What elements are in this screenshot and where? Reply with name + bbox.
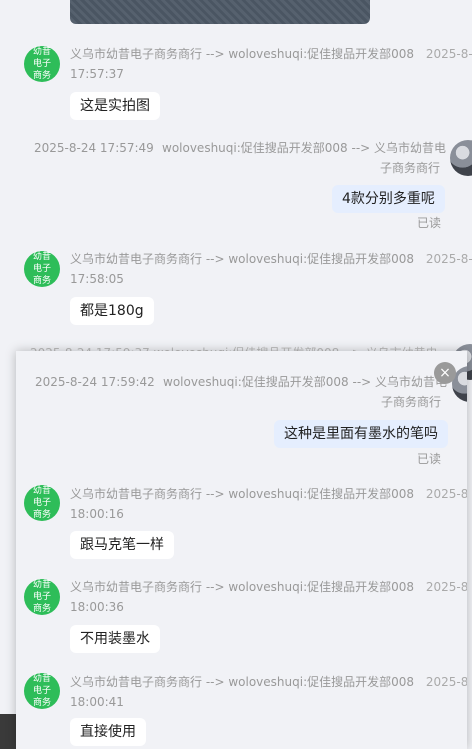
sender-route: 义乌市幼昔电子商务商行 --> woloveshuqi:促佳搜品开发部008 (70, 580, 415, 594)
sender-route: 义乌市幼昔电子商务商行 --> woloveshuqi:促佳搜品开发部008 (70, 252, 415, 266)
avatar-label: 幼昔电子商务 (32, 252, 51, 286)
message-bubble[interactable]: 这是实拍图 (70, 92, 160, 120)
message-timestamp: 2025-8-24 17:57:49 (34, 141, 154, 155)
message-time: 18:00:41 (70, 695, 124, 709)
read-status: 已读 (417, 216, 442, 230)
avatar[interactable]: 幼昔电子商务 (24, 251, 60, 287)
avatar[interactable]: 幼昔电子商务 (24, 46, 60, 82)
message-bubble[interactable]: 4款分别多重呢 (332, 185, 445, 213)
message-time: 18:00:36 (70, 600, 124, 614)
message-sender: 2025-8-24 17:57:49 woloveshuqi:促佳搜品开发部00… (34, 138, 446, 158)
sender-route: woloveshuqi:促佳搜品开发部008 --> 义乌市幼昔电 (163, 375, 448, 389)
sender-route: 义乌市幼昔电子商务商行 --> woloveshuqi:促佳搜品开发部008 (70, 675, 415, 689)
avatar[interactable]: 幼昔电子商务 (24, 673, 60, 709)
message-time: 17:58:05 (70, 272, 124, 286)
sender-route: 义乌市幼昔电子商务商行 --> woloveshuqi:促佳搜品开发部008 (70, 47, 415, 61)
message-date: 2025-8- (425, 675, 467, 689)
avatar-label: 幼昔电子商务 (32, 47, 51, 81)
message-date: 2025-8- (425, 580, 467, 594)
message-bubble[interactable]: 跟马克笔一样 (70, 531, 174, 559)
avatar-label: 幼昔电子商务 (32, 580, 51, 614)
message-sender: 义乌市幼昔电子商务商行 --> woloveshuqi:促佳搜品开发部008 2… (70, 249, 472, 269)
message-detail-panel: 2025-8-24 17:59:42 woloveshuqi:促佳搜品开发部00… (16, 351, 467, 749)
message-sender: 义乌市幼昔电子商务商行 --> woloveshuqi:促佳搜品开发部008 2… (70, 672, 467, 692)
message-sender: 义乌市幼昔电子商务商行 --> woloveshuqi:促佳搜品开发部008 2… (70, 44, 472, 64)
avatar[interactable] (450, 140, 472, 176)
message-date: 2025-8-2 (425, 252, 472, 266)
message-date: 2025-8- (425, 487, 467, 501)
avatar[interactable]: 幼昔电子商务 (24, 579, 60, 615)
message-time: 18:00:16 (70, 507, 124, 521)
read-status: 已读 (417, 452, 442, 466)
sender-route-continued: 子商务商行 (380, 161, 441, 175)
message-sender: 2025-8-24 17:59:42 woloveshuqi:促佳搜品开发部00… (35, 372, 448, 392)
avatar[interactable]: 幼昔电子商务 (24, 485, 60, 521)
message-bubble[interactable]: 不用装墨水 (70, 625, 160, 653)
message-time: 17:57:37 (70, 67, 124, 81)
message-timestamp: 2025-8-24 17:59:42 (35, 375, 155, 389)
message-sender: 义乌市幼昔电子商务商行 --> woloveshuqi:促佳搜品开发部008 2… (70, 577, 467, 597)
chat-image-thumbnail[interactable] (70, 0, 370, 24)
bottom-bar (0, 714, 16, 749)
message-bubble[interactable]: 这种是里面有墨水的笔吗 (274, 420, 448, 448)
avatar-label: 幼昔电子商务 (32, 486, 51, 520)
close-icon[interactable]: × (434, 362, 456, 384)
message-date: 2025-8-2 (425, 47, 472, 61)
sender-route: 义乌市幼昔电子商务商行 --> woloveshuqi:促佳搜品开发部008 (70, 487, 415, 501)
message-sender: 义乌市幼昔电子商务商行 --> woloveshuqi:促佳搜品开发部008 2… (70, 484, 467, 504)
avatar-label: 幼昔电子商务 (32, 674, 51, 708)
message-bubble[interactable]: 直接使用 (70, 718, 146, 746)
sender-route: woloveshuqi:促佳搜品开发部008 --> 义乌市幼昔电 (162, 141, 447, 155)
sender-route-continued: 子商务商行 (381, 395, 442, 409)
message-bubble[interactable]: 都是180g (70, 297, 154, 325)
